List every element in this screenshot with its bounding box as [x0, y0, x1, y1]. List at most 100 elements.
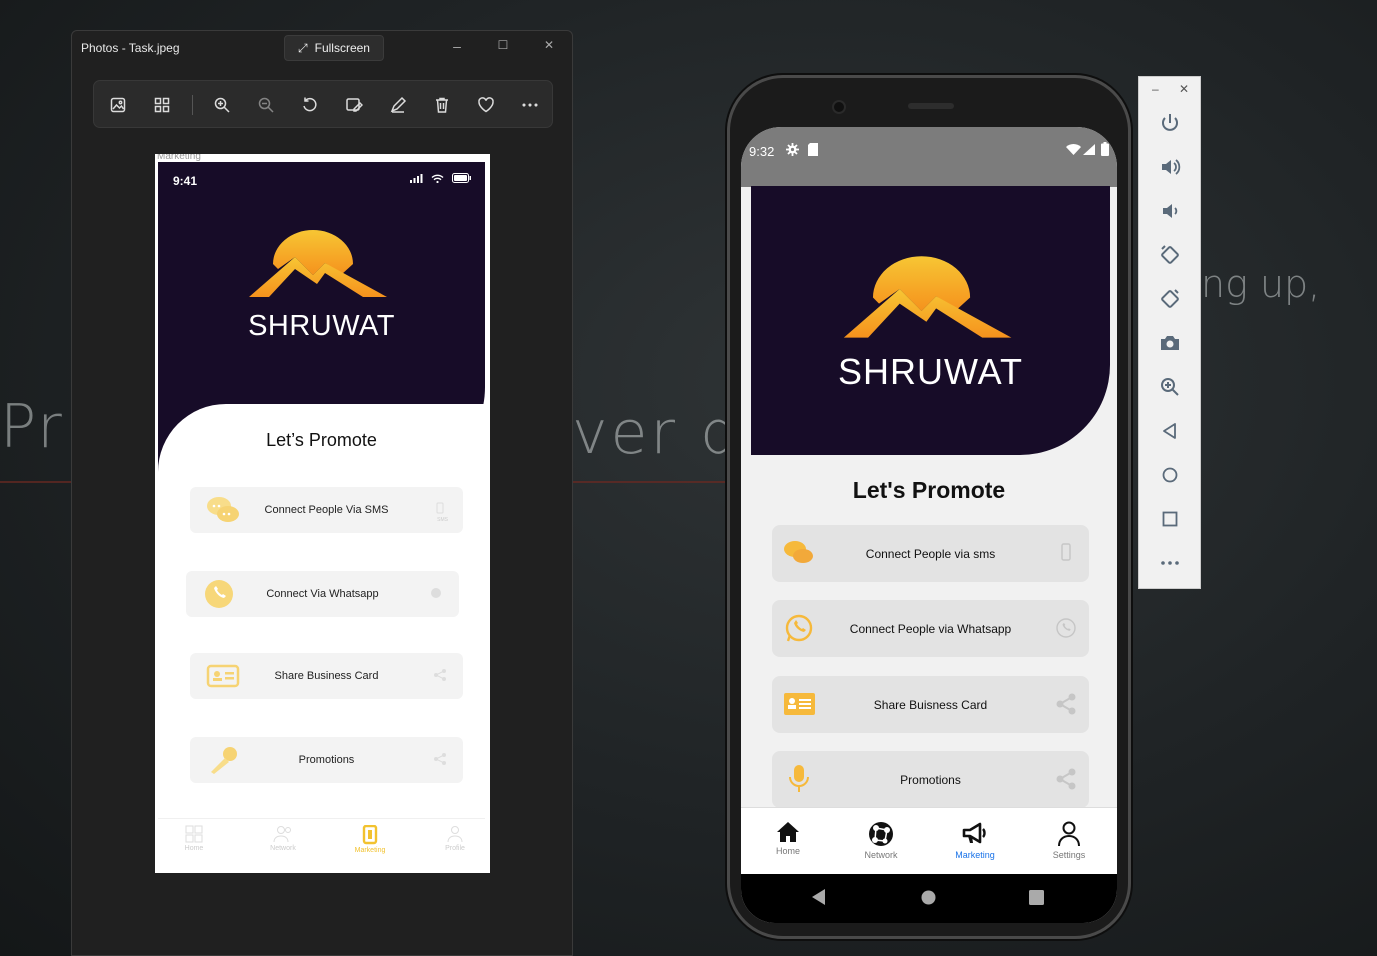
nav-label: Home [184, 845, 204, 852]
earpiece-speaker [908, 103, 954, 109]
toolbar-separator [192, 95, 193, 115]
mockup-nav-network[interactable]: Network [253, 825, 313, 852]
card-label: Share Business Card [274, 670, 379, 682]
fullscreen-button[interactable]: ⤢ Fullscreen [284, 35, 384, 61]
emulator-phone: 9:32 SHRUWAT Let's Promote Connect Peopl… [727, 75, 1131, 939]
camera-icon[interactable] [1157, 330, 1183, 356]
close-button[interactable]: ✕ [539, 38, 559, 52]
nav-settings[interactable]: Settings [1029, 821, 1109, 860]
mockup-card-business[interactable]: Share Business Card [190, 653, 463, 699]
volume-down-icon[interactable] [1157, 198, 1183, 224]
zoom-in-icon[interactable] [210, 93, 234, 117]
network-icon [273, 826, 291, 843]
mockup-time: 9:41 [173, 174, 198, 188]
nav-network[interactable]: Network [841, 821, 921, 860]
nav-home[interactable]: Home [748, 821, 828, 856]
mockup-heading: Let’s Promote [266, 430, 377, 450]
markup-icon[interactable] [386, 93, 410, 117]
photos-window: Photos - Task.jpeg ⤢ Fullscreen – ☐ ✕ Ma… [71, 30, 573, 956]
home-grid-icon [185, 825, 203, 843]
expand-icon: ⤢ [298, 40, 308, 55]
mockup-bottom-nav: Home Network Marketing Profile [158, 818, 485, 873]
background-text-middle: ver d [572, 398, 742, 468]
card-connect-sms[interactable]: Connect People via sms [772, 525, 1089, 582]
signal-icon [410, 173, 423, 183]
background-text-left: Pr [0, 392, 64, 462]
brand-name: SHRUWAT [838, 351, 1023, 392]
mockup-status-icons [410, 173, 472, 183]
status-bar: 9:32 [741, 127, 1117, 187]
mockup-card-promotions[interactable]: Promotions [190, 737, 463, 783]
mockup-content-bg [158, 404, 485, 873]
delete-icon[interactable] [430, 93, 454, 117]
collection-icon[interactable] [150, 93, 174, 117]
panel-minimize-button[interactable]: – [1152, 82, 1159, 96]
back-icon[interactable] [1157, 418, 1183, 444]
card-share-business[interactable]: Share Buisness Card [772, 676, 1089, 733]
whatsapp-small-icon [431, 588, 441, 598]
favorite-icon[interactable] [474, 93, 498, 117]
mockup-brand: SHRUWAT [248, 310, 395, 342]
page-heading: Let's Promote [852, 477, 1006, 503]
design-mockup-image: Marketing 9:41 SHRUWAT Let’s Promote Con… [155, 154, 490, 873]
phone-icon [436, 502, 444, 514]
nav-label: Settings [1052, 850, 1086, 860]
share-icon [434, 753, 446, 765]
power-icon[interactable] [1157, 110, 1183, 136]
card-connect-whatsapp[interactable]: Connect People via Whatsapp [772, 600, 1089, 657]
more-icon[interactable] [1157, 550, 1183, 576]
emulator-screen: 9:32 SHRUWAT Let's Promote Connect Peopl… [741, 127, 1117, 923]
volume-up-icon[interactable] [1157, 154, 1183, 180]
wifi-icon [1066, 144, 1081, 155]
home-icon[interactable] [921, 890, 936, 905]
fullscreen-label: Fullscreen [314, 41, 370, 55]
mockup-nav-home[interactable]: Home [164, 825, 224, 852]
image-icon[interactable] [106, 93, 130, 117]
card-label: Connect People Via SMS [264, 504, 389, 516]
photos-toolbar [93, 80, 553, 128]
share-icon [1056, 693, 1076, 715]
profile-icon [447, 826, 463, 843]
back-icon[interactable] [812, 889, 826, 905]
person-icon [1058, 821, 1080, 847]
share-icon [434, 669, 446, 681]
battery-icon [452, 173, 471, 183]
zoom-icon[interactable] [1157, 374, 1183, 400]
phone-icon [1061, 543, 1071, 561]
nav-label: Profile [445, 845, 465, 852]
panel-close-button[interactable]: ✕ [1179, 82, 1189, 96]
card-label: Promotions [298, 754, 355, 766]
rotate-icon[interactable] [298, 93, 322, 117]
home-icon [777, 822, 799, 842]
card-label: Connect Via Whatsapp [266, 588, 379, 600]
edit-image-icon[interactable] [342, 93, 366, 117]
mockup-card-sms[interactable]: Connect People Via SMS SMS [190, 487, 463, 533]
nav-label: Marketing [955, 850, 995, 860]
nav-marketing[interactable]: Marketing [935, 821, 1015, 860]
card-label: Share Buisness Card [873, 698, 988, 712]
more-icon[interactable] [518, 93, 542, 117]
maximize-button[interactable]: ☐ [493, 38, 513, 52]
sd-card-icon [808, 143, 818, 156]
nav-label: Network [270, 845, 296, 852]
front-camera [832, 100, 846, 114]
mockup-nav-marketing[interactable]: Marketing [340, 825, 400, 854]
card-label: Connect People via sms [865, 547, 996, 561]
minimize-button[interactable]: – [447, 38, 467, 54]
mockup-nav-profile[interactable]: Profile [425, 825, 485, 852]
mockup-card-whatsapp[interactable]: Connect Via Whatsapp [186, 571, 459, 617]
battery-icon [1101, 142, 1109, 156]
bottom-navigation: Home Network Marketing Settings [741, 807, 1117, 874]
zoom-out-icon[interactable] [254, 93, 278, 117]
overview-icon[interactable] [1029, 890, 1044, 905]
nav-label: Network [864, 850, 898, 860]
card-promotions[interactable]: Promotions [772, 751, 1089, 808]
rotate-left-icon[interactable] [1157, 242, 1183, 268]
nav-label: Home [775, 846, 800, 856]
home-icon[interactable] [1157, 462, 1183, 488]
whatsapp-icon [1056, 618, 1076, 638]
background-text-right: ng up, [1201, 262, 1321, 306]
overview-icon[interactable] [1157, 506, 1183, 532]
rotate-right-icon[interactable] [1157, 286, 1183, 312]
network-icon [869, 822, 893, 846]
